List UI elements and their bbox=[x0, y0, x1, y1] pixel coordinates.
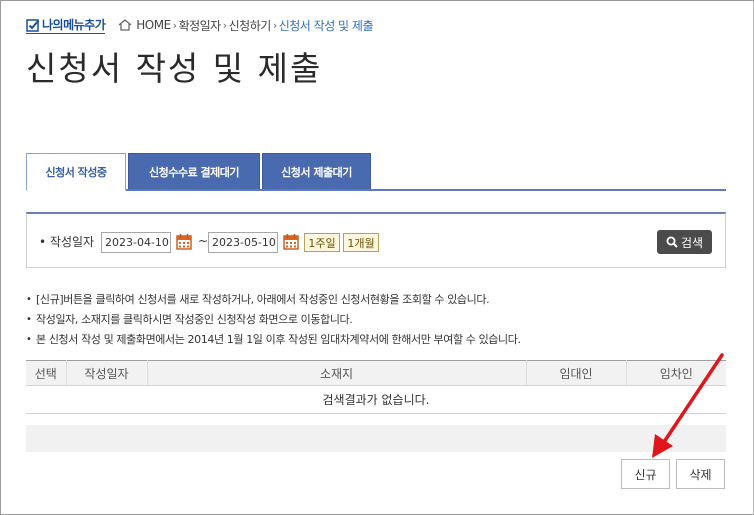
page-title: 신청서 작성 및 제출 bbox=[26, 49, 323, 88]
search-date-label: • 작성일자 bbox=[39, 235, 95, 249]
empty-result-message: 검색결과가 없습니다. bbox=[26, 385, 726, 414]
home-icon bbox=[118, 19, 132, 31]
column-header-landlord: 임대인 bbox=[526, 360, 627, 386]
chevron-right-icon: › bbox=[272, 18, 277, 32]
new-button[interactable]: 신규 bbox=[621, 459, 670, 489]
search-icon bbox=[666, 236, 678, 248]
tab-bar: 신청서 작성중 신청수수료 결제대기 신청서 제출대기 bbox=[26, 153, 373, 191]
table-row: 검색결과가 없습니다. bbox=[26, 385, 726, 414]
search-button-label: 검색 bbox=[680, 235, 704, 250]
column-header-address: 소재지 bbox=[147, 360, 527, 386]
add-my-menu-link[interactable]: 나의메뉴추가 bbox=[26, 16, 106, 34]
breadcrumb-current: 신청서 작성 및 제출 bbox=[278, 18, 374, 33]
instruction-notes: [신규]버튼을 클릭하여 신청서를 새로 작성하거나, 아래에서 작성중인 신청… bbox=[26, 290, 521, 350]
note-item: [신규]버튼을 클릭하여 신청서를 새로 작성하거나, 아래에서 작성중인 신청… bbox=[26, 290, 521, 310]
breadcrumb-home[interactable]: HOME bbox=[136, 18, 171, 32]
note-item: 본 신청서 작성 및 제출화면에서는 2014년 1월 1일 이후 작성된 임대… bbox=[26, 330, 521, 350]
column-header-tenant: 임차인 bbox=[626, 360, 726, 386]
top-bar: 나의메뉴추가 HOME › 확정일자 › 신청하기 › 신청서 작성 및 제출 bbox=[26, 15, 373, 35]
breadcrumb-item-confirm-date[interactable]: 확정일자 bbox=[179, 17, 222, 34]
calendar-icon[interactable] bbox=[283, 233, 299, 250]
search-panel: • 작성일자 ~ 1주일 1개월 검색 bbox=[26, 212, 726, 268]
delete-button[interactable]: 삭제 bbox=[676, 459, 725, 489]
application-table: 선택 작성일자 소재지 임대인 임차인 검색결과가 없습니다. bbox=[26, 360, 726, 414]
date-range-separator: ~ bbox=[198, 234, 209, 248]
calendar-icon[interactable] bbox=[176, 233, 192, 250]
column-header-date: 작성일자 bbox=[66, 360, 148, 386]
column-header-select: 선택 bbox=[26, 360, 67, 386]
tab-underline bbox=[26, 189, 726, 191]
chevron-right-icon: › bbox=[222, 18, 227, 32]
from-date-input[interactable] bbox=[101, 232, 171, 253]
add-my-menu-label: 나의메뉴추가 bbox=[42, 18, 106, 32]
period-1week-button[interactable]: 1주일 bbox=[304, 233, 340, 252]
note-item: 작성일자, 소재지를 클릭하시면 작성중인 신청작성 화면으로 이동합니다. bbox=[26, 310, 521, 330]
period-1month-button[interactable]: 1개월 bbox=[343, 233, 379, 252]
tab-submission-pending[interactable]: 신청서 제출대기 bbox=[262, 153, 371, 190]
table-header-row: 선택 작성일자 소재지 임대인 임차인 bbox=[26, 360, 726, 386]
pagination-bar bbox=[26, 425, 726, 452]
search-button[interactable]: 검색 bbox=[657, 230, 712, 254]
to-date-input[interactable] bbox=[208, 232, 278, 253]
tab-fee-payment-pending[interactable]: 신청수수료 결제대기 bbox=[128, 153, 260, 190]
chevron-right-icon: › bbox=[172, 18, 177, 32]
breadcrumb-item-apply[interactable]: 신청하기 bbox=[229, 17, 272, 34]
checkbox-icon bbox=[26, 18, 40, 32]
tab-drafting[interactable]: 신청서 작성중 bbox=[26, 153, 126, 191]
breadcrumb: HOME › 확정일자 › 신청하기 › 신청서 작성 및 제출 bbox=[118, 17, 373, 34]
